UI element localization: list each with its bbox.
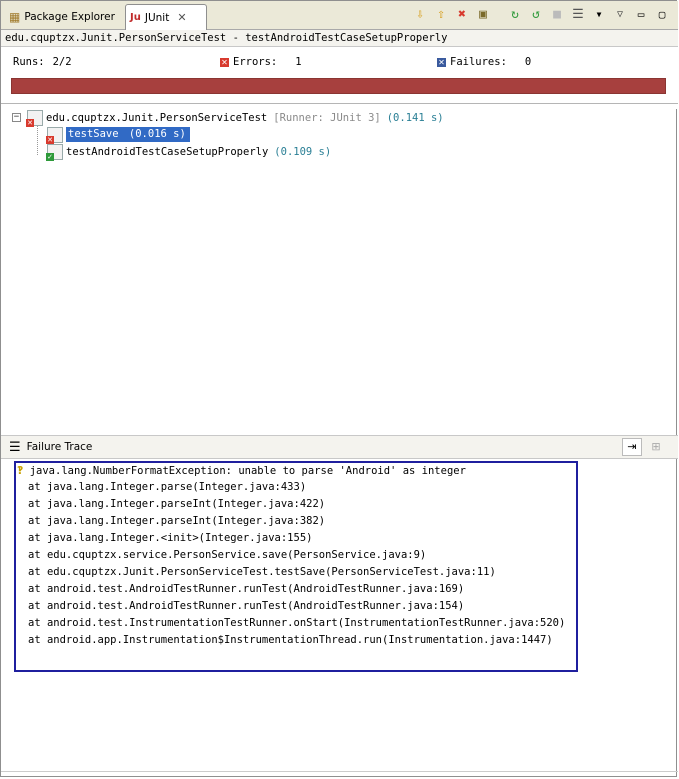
trace-line[interactable]: at java.lang.Integer.<init>(Integer.java… <box>28 532 312 544</box>
show-failures-only-icon[interactable]: ✖ <box>454 7 470 23</box>
junit-view: ▦ Package Explorer Ju JUnit ✕ ⇩ ⇧ ✖ ▣ ↻ … <box>0 0 678 777</box>
failure-trace-area[interactable]: ‽ java.lang.NumberFormatException: unabl… <box>14 461 578 672</box>
trace-line[interactable]: at android.app.Instrumentation$Instrumen… <box>28 634 553 646</box>
test-time: (0.016 s) <box>128 128 186 140</box>
trace-toolbar: ⇥ ⊞ <box>622 438 666 456</box>
trace-line[interactable]: at android.test.AndroidTestRunner.runTes… <box>28 600 464 612</box>
test-label-selected[interactable]: testSave (0.016 s) <box>66 127 190 142</box>
history-dropdown-icon[interactable]: ▼ <box>591 7 607 23</box>
test-tree: − ✕ edu.cquptzx.Junit.PersonServiceTest … <box>1 108 678 433</box>
failures-label: Failures: <box>450 56 507 68</box>
tree-row-test[interactable]: ✓ testAndroidTestCaseSetupProperly (0.10… <box>46 143 332 161</box>
errors-label: Errors: <box>233 56 278 68</box>
maximize-icon[interactable]: ▢ <box>654 7 670 23</box>
test-run-title: edu.cquptzx.Junit.PersonServiceTest - te… <box>1 30 678 47</box>
test-name: testAndroidTestCaseSetupProperly <box>66 145 269 158</box>
rerun-failed-first-icon[interactable]: ↺ <box>528 7 544 23</box>
suite-time: (0.141 s) <box>386 111 444 124</box>
failure-trace-header: ☰ Failure Trace ⇥ ⊞ <box>1 435 678 459</box>
test-suite-error-icon: ✕ <box>26 109 43 127</box>
compare-result-icon[interactable]: ⊞ <box>646 438 666 456</box>
stop-icon[interactable]: ■ <box>549 7 565 23</box>
test-time: (0.109 s) <box>274 145 332 158</box>
tab-label: Package Explorer <box>24 11 115 23</box>
failure-icon: ✕ <box>437 57 446 67</box>
test-run-history-icon[interactable]: ☰ <box>570 7 586 23</box>
next-failure-icon[interactable]: ⇩ <box>412 7 428 23</box>
trace-exception-line[interactable]: ‽ java.lang.NumberFormatException: unabl… <box>17 464 466 477</box>
close-icon[interactable]: ✕ <box>177 11 186 24</box>
errors-value: 1 <box>295 56 302 68</box>
failures-value: 0 <box>524 56 532 68</box>
view-toolbar: ⇩ ⇧ ✖ ▣ ↻ ↺ ■ ☰ ▼ ▽ ▭ ▢ <box>412 7 670 23</box>
trace-line[interactable]: at java.lang.Integer.parse(Integer.java:… <box>28 481 306 493</box>
minimize-icon[interactable]: ▭ <box>633 7 649 23</box>
runs-value: 2/2 <box>52 56 72 68</box>
tab-label: JUnit <box>144 11 170 24</box>
view-menu-icon[interactable]: ▽ <box>612 7 628 23</box>
error-icon: ✕ <box>220 57 229 67</box>
errors-counter: ✕ Errors: 1 <box>220 56 302 68</box>
scroll-lock-icon[interactable]: ▣ <box>475 7 491 23</box>
suite-runner: [Runner: JUnit 3] <box>273 111 381 124</box>
package-explorer-icon: ▦ <box>9 10 21 24</box>
trace-line[interactable]: at java.lang.Integer.parseInt(Integer.ja… <box>28 498 325 510</box>
counter-panel: Runs: 2/2 ✕ Errors: 1 ✕ Failures: 0 <box>1 47 678 109</box>
exception-text: java.lang.NumberFormatException: unable … <box>29 465 466 477</box>
tree-row-test[interactable]: ✕ testSave (0.016 s) <box>46 126 190 144</box>
previous-failure-icon[interactable]: ⇧ <box>433 7 449 23</box>
test-ok-icon: ✓ <box>46 143 63 161</box>
runs-counter: Runs: 2/2 <box>13 56 72 68</box>
test-error-icon: ✕ <box>46 126 63 144</box>
tree-row-suite[interactable]: − ✕ edu.cquptzx.Junit.PersonServiceTest … <box>12 109 444 127</box>
stack-trace-icon: ☰ <box>9 439 21 455</box>
status-divider <box>1 771 678 772</box>
failure-trace-title: Failure Trace <box>26 441 93 453</box>
test-progress-bar <box>11 78 666 94</box>
trace-line[interactable]: at java.lang.Integer.parseInt(Integer.ja… <box>28 515 325 527</box>
collapse-icon[interactable]: − <box>12 113 21 122</box>
suite-name: edu.cquptzx.Junit.PersonServiceTest <box>46 111 268 124</box>
trace-line[interactable]: at android.test.AndroidTestRunner.runTes… <box>28 583 464 595</box>
trace-line[interactable]: at android.test.InstrumentationTestRunne… <box>28 617 565 629</box>
trace-line[interactable]: at edu.cquptzx.service.PersonService.sav… <box>28 549 426 561</box>
trace-line[interactable]: at edu.cquptzx.Junit.PersonServiceTest.t… <box>28 566 496 578</box>
tab-junit[interactable]: Ju JUnit ✕ <box>125 4 207 30</box>
sash-divider[interactable] <box>1 103 678 104</box>
test-name: testSave <box>68 128 119 140</box>
filter-stack-trace-icon[interactable]: ⇥ <box>622 438 642 456</box>
junit-icon: Ju <box>130 12 141 23</box>
runs-label: Runs: <box>13 56 45 68</box>
rerun-test-icon[interactable]: ↻ <box>507 7 523 23</box>
tab-package-explorer[interactable]: ▦ Package Explorer <box>5 5 123 29</box>
view-tab-bar: ▦ Package Explorer Ju JUnit ✕ ⇩ ⇧ ✖ ▣ ↻ … <box>1 1 678 30</box>
exception-icon: ‽ <box>17 464 24 477</box>
failures-counter: ✕ Failures: 0 <box>437 56 531 68</box>
